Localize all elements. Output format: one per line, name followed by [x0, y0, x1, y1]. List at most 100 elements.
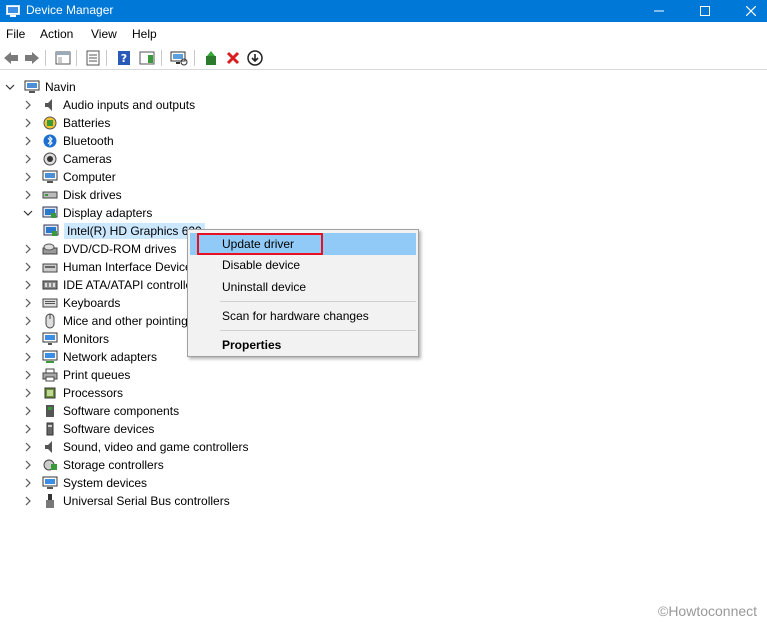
- window-title: Device Manager: [26, 3, 114, 17]
- menu-item-uninstall-device[interactable]: Uninstall device: [190, 276, 416, 298]
- chevron-right-icon[interactable]: [22, 117, 34, 129]
- menu-bar: File Action View Help: [0, 23, 767, 44]
- chevron-right-icon[interactable]: [22, 423, 34, 435]
- chevron-right-icon[interactable]: [22, 99, 34, 111]
- chevron-right-icon[interactable]: [22, 477, 34, 489]
- minimize-button[interactable]: [636, 0, 682, 22]
- back-icon[interactable]: [2, 49, 20, 67]
- system-icon: [42, 475, 58, 491]
- tree-item-label: System devices: [63, 476, 148, 490]
- processor-icon: [42, 385, 58, 401]
- tree-item-label: Computer: [63, 170, 116, 184]
- chevron-right-icon[interactable]: [22, 333, 34, 345]
- computer-icon: [24, 79, 40, 95]
- software-device-icon: [42, 421, 58, 437]
- tree-item-label: Universal Serial Bus controllers: [63, 494, 230, 508]
- tree-category[interactable]: Sound, video and game controllers: [22, 438, 248, 456]
- menu-view[interactable]: View: [91, 27, 117, 41]
- tree-category[interactable]: Monitors: [22, 330, 109, 348]
- tree-root[interactable]: Navin: [4, 78, 76, 96]
- menu-item-properties[interactable]: Properties: [190, 334, 416, 356]
- display-adapter-icon: [43, 223, 59, 239]
- tree-item-label: Software components: [63, 404, 180, 418]
- menu-item-scan-hardware[interactable]: Scan for hardware changes: [190, 305, 416, 327]
- ide-icon: [42, 277, 58, 293]
- tree-category[interactable]: Display adapters: [22, 204, 152, 222]
- close-button[interactable]: [728, 0, 767, 22]
- network-icon: [42, 349, 58, 365]
- tree-item-label: Monitors: [63, 332, 110, 346]
- tree-category[interactable]: System devices: [22, 474, 147, 492]
- scan-hardware-icon[interactable]: [170, 49, 188, 67]
- hid-icon: [42, 259, 58, 275]
- disable-icon[interactable]: [246, 49, 264, 67]
- chevron-right-icon[interactable]: [22, 135, 34, 147]
- tree-root-label: Navin: [45, 80, 76, 94]
- uninstall-icon[interactable]: [224, 49, 242, 67]
- chevron-right-icon[interactable]: [22, 495, 34, 507]
- device-manager-icon: [6, 5, 20, 17]
- tree-category[interactable]: Network adapters: [22, 348, 157, 366]
- help-icon[interactable]: ?: [115, 49, 133, 67]
- chevron-right-icon[interactable]: [22, 297, 34, 309]
- tree-item-label: Cameras: [63, 152, 112, 166]
- chevron-right-icon[interactable]: [22, 405, 34, 417]
- tree-category[interactable]: Software devices: [22, 420, 154, 438]
- tree-item-label: Sound, video and game controllers: [63, 440, 249, 454]
- tree-category[interactable]: Audio inputs and outputs: [22, 96, 195, 114]
- menu-help[interactable]: Help: [132, 27, 157, 41]
- properties-icon[interactable]: [84, 49, 102, 67]
- chevron-right-icon[interactable]: [22, 459, 34, 471]
- usb-icon: [42, 493, 58, 509]
- tree-category[interactable]: Storage controllers: [22, 456, 164, 474]
- chevron-right-icon[interactable]: [22, 243, 34, 255]
- chevron-right-icon[interactable]: [22, 315, 34, 327]
- chevron-right-icon[interactable]: [22, 387, 34, 399]
- tree-category[interactable]: Computer: [22, 168, 116, 186]
- menu-item-disable-device[interactable]: Disable device: [190, 254, 416, 276]
- maximize-button[interactable]: [682, 0, 728, 22]
- disk-icon: [42, 187, 58, 203]
- forward-icon[interactable]: [23, 49, 41, 67]
- tree-item-label: Display adapters: [63, 206, 153, 220]
- tree-category[interactable]: IDE ATA/ATAPI controllers: [22, 276, 202, 294]
- toolbar-separator: [194, 50, 195, 66]
- chevron-right-icon[interactable]: [22, 441, 34, 453]
- tree-category[interactable]: Disk drives: [22, 186, 122, 204]
- tree-child-item[interactable]: Intel(R) HD Graphics 620: [43, 222, 205, 240]
- toolbar-separator: [161, 50, 162, 66]
- menu-item-update-driver[interactable]: Update driver: [190, 233, 416, 255]
- tree-category[interactable]: Bluetooth: [22, 132, 114, 150]
- update-driver-icon[interactable]: [202, 49, 220, 67]
- chevron-right-icon[interactable]: [22, 171, 34, 183]
- tree-category[interactable]: Universal Serial Bus controllers: [22, 492, 230, 510]
- chevron-right-icon[interactable]: [22, 279, 34, 291]
- chevron-right-icon[interactable]: [22, 153, 34, 165]
- tree-category[interactable]: DVD/CD-ROM drives: [22, 240, 176, 258]
- chevron-right-icon[interactable]: [22, 189, 34, 201]
- tree-category[interactable]: Cameras: [22, 150, 112, 168]
- show-hide-console-icon[interactable]: [54, 49, 72, 67]
- chevron-right-icon[interactable]: [22, 351, 34, 363]
- menu-file[interactable]: File: [6, 27, 25, 41]
- chevron-right-icon[interactable]: [22, 369, 34, 381]
- speaker-icon: [42, 439, 58, 455]
- chevron-down-icon[interactable]: [22, 207, 34, 219]
- chevron-down-icon[interactable]: [4, 81, 16, 93]
- tree-category[interactable]: Human Interface Devices: [22, 258, 198, 276]
- tree-category[interactable]: Software components: [22, 402, 179, 420]
- toolbar-separator: [76, 50, 77, 66]
- menu-action[interactable]: Action: [40, 27, 73, 41]
- tree-item-label: Keyboards: [63, 296, 121, 310]
- tree-category[interactable]: Print queues: [22, 366, 130, 384]
- mouse-icon: [42, 313, 58, 329]
- chevron-right-icon[interactable]: [22, 261, 34, 273]
- tree-category[interactable]: Processors: [22, 384, 123, 402]
- tree-category[interactable]: Batteries: [22, 114, 110, 132]
- tree-category[interactable]: Keyboards: [22, 294, 120, 312]
- toolbar: ?: [0, 45, 767, 70]
- toolbar-separator: [106, 50, 107, 66]
- tree-item-label: DVD/CD-ROM drives: [63, 242, 177, 256]
- action-pane-icon[interactable]: [138, 49, 156, 67]
- speaker-icon: [42, 97, 58, 113]
